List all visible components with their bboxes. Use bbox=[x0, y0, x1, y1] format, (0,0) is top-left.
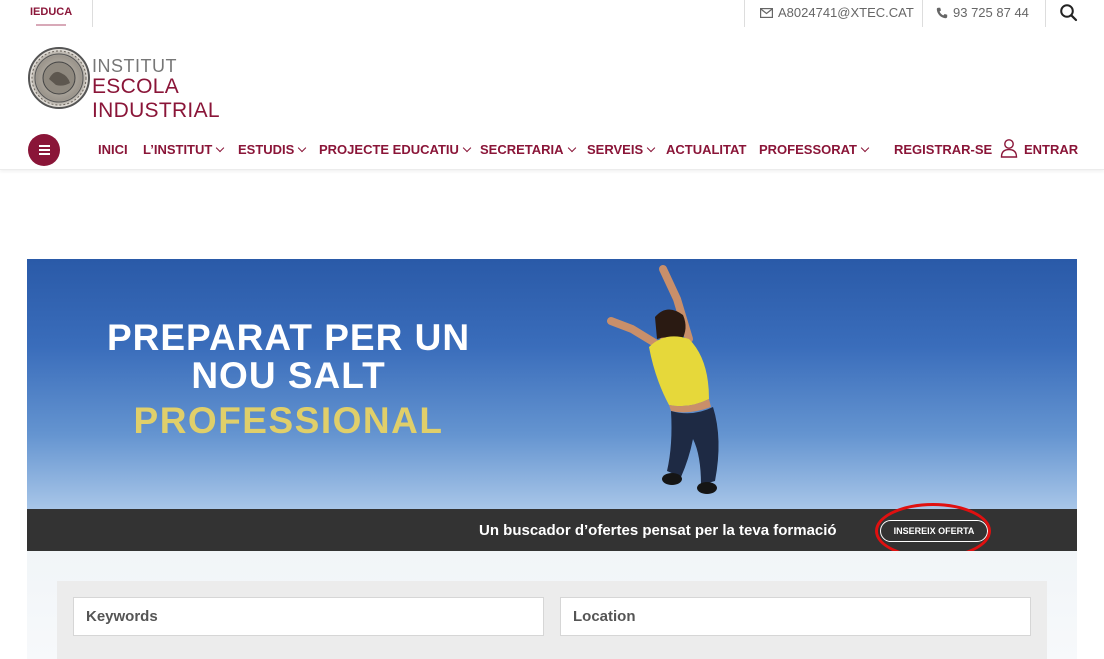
nav-item-label: PROJECTE EDUCATIU bbox=[319, 142, 459, 157]
hamburger-menu-button[interactable] bbox=[28, 134, 60, 166]
hero-banner: PREPARAT PER UN NOU SALT PROFESSIONAL bbox=[27, 259, 1077, 509]
job-search-strip: Un buscador d’ofertes pensat per la teva… bbox=[27, 503, 1077, 559]
main-nav: INICI L’INSTITUT ESTUDIS PROJECTE EDUCAT… bbox=[0, 130, 1104, 170]
top-divider bbox=[1045, 0, 1046, 27]
nav-item-label: SERVEIS bbox=[587, 142, 644, 157]
nav-item-secretaria[interactable]: SECRETARIA bbox=[480, 142, 576, 157]
top-divider bbox=[92, 0, 93, 27]
nav-item-actualitat[interactable]: ACTUALITAT bbox=[666, 142, 746, 157]
chevron-down-icon bbox=[860, 143, 870, 153]
search-button[interactable] bbox=[1059, 3, 1079, 23]
top-divider bbox=[744, 0, 745, 27]
strip-tagline: Un buscador d’ofertes pensat per la teva… bbox=[479, 522, 837, 539]
nav-item-label: INICI bbox=[98, 142, 128, 157]
email-text: A8024741@XTEC.CAT bbox=[778, 5, 914, 20]
nav-item-label: ACTUALITAT bbox=[666, 142, 747, 157]
chevron-down-icon bbox=[298, 143, 307, 153]
search-icon bbox=[1060, 4, 1078, 22]
seal-graphic bbox=[31, 50, 87, 106]
phone-text: 93 725 87 44 bbox=[953, 5, 1029, 20]
site-logo[interactable]: INSTITUT ESCOLA INDUSTRIAL bbox=[28, 47, 298, 122]
page: IEDUCA A8024741@XTEC.CAT 93 725 87 44 IN… bbox=[0, 0, 1104, 659]
hero-title-line1: PREPARAT PER UN bbox=[106, 317, 471, 358]
top-divider bbox=[922, 0, 923, 27]
location-field bbox=[560, 597, 1031, 636]
school-seal-emblem bbox=[28, 47, 90, 109]
ieduca-link[interactable]: IEDUCA bbox=[30, 6, 72, 18]
nav-item-label: SECRETARIA bbox=[480, 142, 564, 157]
nav-item-label: PROFESSORAT bbox=[759, 142, 857, 157]
ieduca-underline bbox=[36, 24, 66, 26]
chevron-down-icon bbox=[567, 143, 576, 153]
nav-item-projecte-educatiu[interactable]: PROJECTE EDUCATIU bbox=[319, 142, 472, 157]
user-icon bbox=[1000, 139, 1018, 158]
email-link[interactable]: A8024741@XTEC.CAT bbox=[760, 5, 914, 20]
hero-title-accent: PROFESSIONAL bbox=[133, 400, 444, 441]
envelope-icon bbox=[760, 7, 773, 18]
nav-item-label: ESTUDIS bbox=[238, 142, 295, 157]
login-label: ENTRAR bbox=[1024, 142, 1079, 157]
nav-item-estudis[interactable]: ESTUDIS bbox=[238, 142, 307, 157]
phone-link[interactable]: 93 725 87 44 bbox=[936, 5, 1029, 20]
nav-item-professorat[interactable]: PROFESSORAT bbox=[759, 142, 870, 157]
location-input[interactable] bbox=[561, 598, 1030, 635]
top-bar: IEDUCA A8024741@XTEC.CAT 93 725 87 44 bbox=[0, 0, 1104, 27]
hero-title-line2: NOU SALT bbox=[191, 355, 386, 396]
chevron-down-icon bbox=[216, 143, 225, 153]
logo-line-institut: INSTITUT bbox=[92, 56, 177, 76]
nav-item-serveis[interactable]: SERVEIS bbox=[587, 142, 656, 157]
keywords-field bbox=[73, 597, 544, 636]
chevron-down-icon bbox=[462, 143, 472, 153]
nav-item-label: L’INSTITUT bbox=[143, 142, 213, 157]
chevron-down-icon bbox=[646, 143, 656, 153]
phone-icon bbox=[936, 7, 948, 18]
keywords-input[interactable] bbox=[74, 598, 543, 635]
logo-line-escola-industrial: ESCOLA INDUSTRIAL bbox=[92, 75, 220, 122]
jumping-person-image bbox=[607, 265, 719, 494]
nav-item-inici[interactable]: INICI bbox=[98, 142, 128, 157]
register-link[interactable]: REGISTRAR-SE bbox=[894, 142, 992, 157]
nav-item-institut[interactable]: L’INSTITUT bbox=[143, 142, 225, 157]
